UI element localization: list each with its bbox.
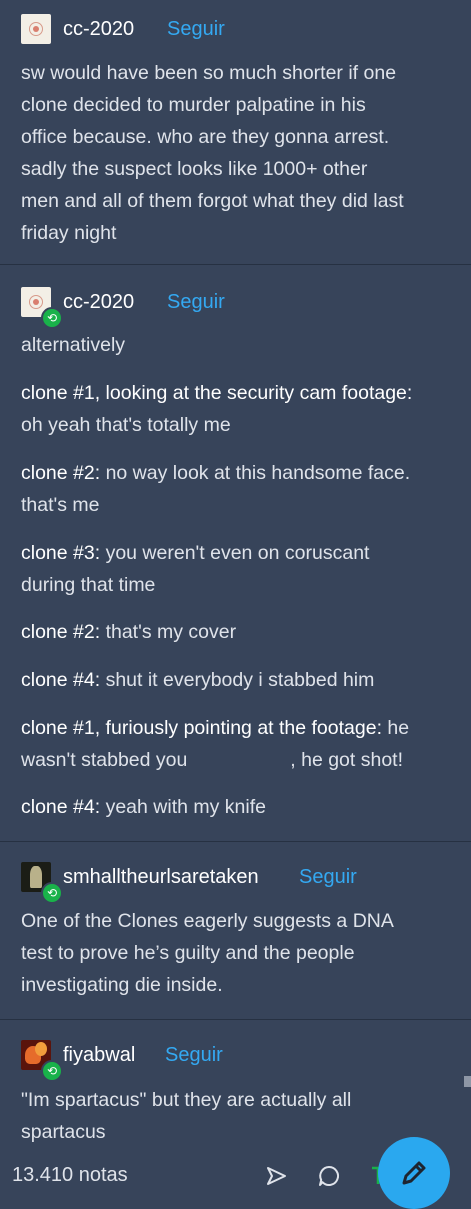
dialogue-line: clone #2: no way look at this handsome f…: [21, 457, 461, 521]
scrollbar-thumb[interactable]: [464, 1076, 471, 1087]
follow-button[interactable]: Seguir: [165, 1042, 223, 1068]
speaker: clone #2:: [21, 462, 101, 484]
body-line: sw would have been so much shorter if on…: [21, 62, 397, 84]
dialogue-line: clone #1, looking at the security cam fo…: [21, 377, 461, 441]
dialogue-text: he: [382, 717, 410, 739]
speaker: clone #2:: [21, 621, 101, 643]
body-line: test to prove he’s guilty and the people: [21, 942, 355, 964]
post-header: ⟲ fiyabwal Seguir: [21, 1040, 441, 1082]
post-4: ⟲ fiyabwal Seguir "Im spartacus" but the…: [0, 1020, 471, 1150]
post-body: sw would have been so much shorter if on…: [21, 57, 461, 249]
username[interactable]: cc-2020: [63, 16, 134, 42]
dialogue-text: shut it everybody i stabbed him: [100, 669, 375, 691]
dialogue-text: yeah with my knife: [100, 796, 266, 818]
post-3: ⟲ smhalltheurlsaretaken Seguir One of th…: [0, 842, 471, 1019]
body-line: friday night: [21, 222, 117, 244]
reblog-badge-icon: ⟲: [41, 882, 63, 904]
body-line: clone decided to murder palpatine in his: [21, 94, 366, 116]
dialogue-text: during that time: [21, 574, 156, 596]
post-2: ⟲ cc-2020 Seguir alternatively clone #1,…: [0, 265, 471, 841]
follow-button[interactable]: Seguir: [167, 16, 225, 42]
notes-count[interactable]: 13.410 notas: [12, 1162, 128, 1188]
username[interactable]: fiyabwal: [63, 1042, 135, 1068]
username[interactable]: cc-2020: [63, 289, 134, 315]
intro-text: alternatively: [21, 334, 126, 356]
speaker: clone #4:: [21, 796, 101, 818]
post-header: ⟲ cc-2020 Seguir: [21, 287, 441, 329]
follow-button[interactable]: Seguir: [167, 289, 225, 315]
avatar-image-icon: [30, 866, 42, 888]
dialogue-line: clone #2: that's my cover: [21, 616, 461, 648]
post-1: cc-2020 Seguir sw would have been so muc…: [0, 0, 471, 264]
reblog-badge-icon: ⟲: [41, 307, 63, 329]
dialogue-line: clone #3: you weren't even on coruscant …: [21, 537, 461, 601]
post-body: One of the Clones eagerly suggests a DNA…: [21, 905, 461, 1001]
dialogue-text: oh yeah that's totally me: [21, 414, 231, 436]
post-body: "Im spartacus" but they are actually all…: [21, 1084, 461, 1148]
dialogue-line: clone #4: yeah with my knife: [21, 791, 461, 823]
post-header: ⟲ smhalltheurlsaretaken Seguir: [21, 862, 441, 904]
body-line: sadly the suspect looks like 1000+ other: [21, 158, 368, 180]
body-line: investigating die inside.: [21, 974, 223, 996]
username[interactable]: smhalltheurlsaretaken: [63, 864, 259, 890]
share-icon[interactable]: [264, 1164, 288, 1188]
dialogue-text: no way look at this handsome face.: [100, 462, 411, 484]
compose-button[interactable]: [378, 1137, 450, 1209]
avatar[interactable]: [21, 14, 51, 44]
dialogue-text: you weren't even on coruscant: [100, 542, 370, 564]
speaker: clone #1, furiously pointing at the foot…: [21, 717, 382, 739]
body-line: office because. who are they gonna arres…: [21, 126, 390, 148]
post-header: cc-2020 Seguir: [21, 14, 441, 44]
dialogue-text: wasn't stabbed you , he got shot!: [21, 749, 404, 771]
dialogue-text: that's me: [21, 494, 100, 516]
dialogue-line: clone #1, furiously pointing at the foot…: [21, 712, 461, 776]
speaker: clone #1, looking at the security cam fo…: [21, 382, 413, 404]
dialogue-text: that's my cover: [100, 621, 237, 643]
pencil-icon: [402, 1161, 426, 1185]
follow-button[interactable]: Seguir: [299, 864, 357, 890]
speaker: clone #3:: [21, 542, 101, 564]
reply-icon[interactable]: [317, 1164, 341, 1188]
body-line: "Im spartacus" but they are actually all: [21, 1089, 352, 1111]
body-line: men and all of them forgot what they did…: [21, 190, 404, 212]
dialogue-line: clone #4: shut it everybody i stabbed hi…: [21, 664, 461, 696]
body-line: One of the Clones eagerly suggests a DNA: [21, 910, 394, 932]
speaker: clone #4:: [21, 669, 101, 691]
reblog-badge-icon: ⟲: [41, 1060, 63, 1082]
